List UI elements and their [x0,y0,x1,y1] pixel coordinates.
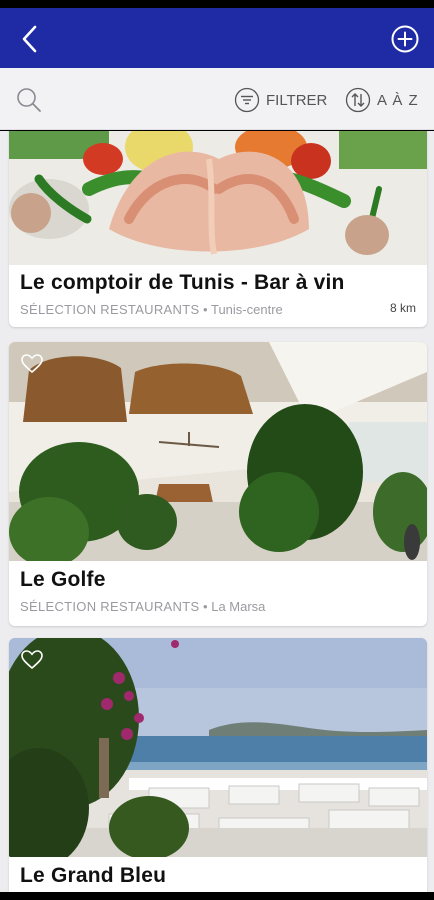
search-icon [17,88,41,112]
sort-button[interactable]: A À Z [345,85,419,115]
restaurant-meta: SÉLECTION RESTAURANTS • Tunis-centre [20,302,283,317]
meta-separator: • [203,599,212,614]
restaurant-card[interactable]: Le comptoir de Tunis - Bar à vin SÉLECTI… [9,131,427,327]
search-button[interactable] [14,85,44,115]
restaurant-list: Le comptoir de Tunis - Bar à vin SÉLECTI… [0,131,434,892]
restaurant-name: Le comptoir de Tunis - Bar à vin [20,271,345,294]
restaurant-location: Tunis-centre [210,302,283,317]
restaurant-card[interactable]: Le Golfe SÉLECTION RESTAURANTS • La Mars… [9,342,427,626]
filter-button[interactable]: FILTRER [234,85,327,115]
filter-toolbar: FILTRER A À Z [0,68,434,130]
filter-icon [234,87,260,113]
sort-icon [345,87,371,113]
restaurant-distance: 8 km [389,301,416,315]
restaurant-category: SÉLECTION RESTAURANTS [20,302,200,317]
chevron-left-icon [22,25,37,53]
add-button[interactable] [388,22,422,56]
restaurant-category: SÉLECTION RESTAURANTS [20,599,200,614]
back-button[interactable] [12,22,48,56]
filter-label: FILTRER [266,91,328,109]
plus-circle-icon [391,25,419,53]
navigation-bar [0,892,434,900]
favorite-icon[interactable] [21,650,43,670]
meta-separator: • [203,302,211,317]
restaurant-photo [9,342,427,561]
restaurant-photo [9,131,427,265]
app-header [0,8,434,68]
restaurant-location: La Marsa [211,599,266,614]
restaurant-name: Le Grand Bleu [20,864,167,887]
restaurant-name: Le Golfe [20,568,106,591]
favorite-icon[interactable] [21,354,43,374]
sort-label: A À Z [377,91,419,109]
status-bar [0,0,434,8]
restaurant-card[interactable]: Le Grand Bleu [9,638,427,892]
restaurant-meta: SÉLECTION RESTAURANTS • La Marsa [20,599,265,614]
restaurant-photo [9,638,427,857]
